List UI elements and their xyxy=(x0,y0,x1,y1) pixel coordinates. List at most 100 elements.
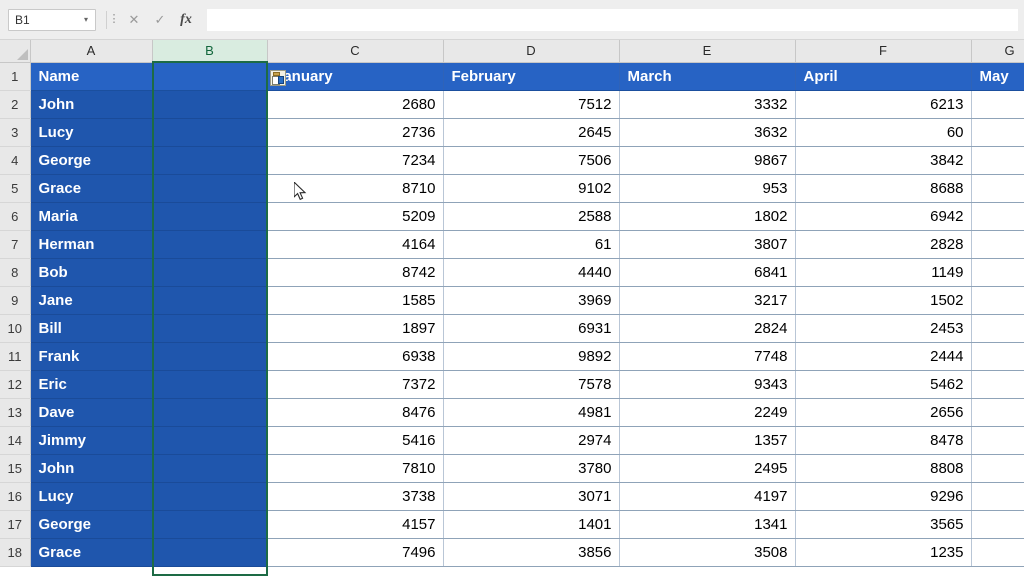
cell-g13[interactable] xyxy=(971,398,1024,427)
column-header-f[interactable]: F xyxy=(795,40,972,63)
cell-e2[interactable]: 3332 xyxy=(619,90,796,119)
cell-g6[interactable] xyxy=(971,202,1024,231)
cell-c5[interactable]: 8710 xyxy=(267,174,444,203)
cell-a5[interactable]: Grace xyxy=(30,174,153,203)
cell-e15[interactable]: 2495 xyxy=(619,454,796,483)
cell-a10[interactable]: Bill xyxy=(30,314,153,343)
cell-e5[interactable]: 953 xyxy=(619,174,796,203)
cell-f4[interactable]: 3842 xyxy=(795,146,972,175)
cell-b9[interactable] xyxy=(152,286,267,315)
cell-d8[interactable]: 4440 xyxy=(443,258,620,287)
cell-g9[interactable] xyxy=(971,286,1024,315)
cell-d2[interactable]: 7512 xyxy=(443,90,620,119)
cell-g5[interactable] xyxy=(971,174,1024,203)
row-header-9[interactable]: 9 xyxy=(0,286,31,315)
chevron-down-icon[interactable]: ▾ xyxy=(79,15,95,24)
row-header-1[interactable]: 1 xyxy=(0,62,31,91)
cell-e16[interactable]: 4197 xyxy=(619,482,796,511)
cell-e10[interactable]: 2824 xyxy=(619,314,796,343)
cell-c14[interactable]: 5416 xyxy=(267,426,444,455)
cell-e17[interactable]: 1341 xyxy=(619,510,796,539)
cell-c10[interactable]: 1897 xyxy=(267,314,444,343)
confirm-formula-icon[interactable]: ✓ xyxy=(147,9,173,31)
row-header-15[interactable]: 15 xyxy=(0,454,31,483)
cell-d1[interactable]: February xyxy=(443,62,620,91)
cell-b7[interactable] xyxy=(152,230,267,259)
cell-e4[interactable]: 9867 xyxy=(619,146,796,175)
column-header-b[interactable]: B xyxy=(152,40,268,63)
row-header-7[interactable]: 7 xyxy=(0,230,31,259)
column-header-c[interactable]: C xyxy=(267,40,444,63)
cell-e8[interactable]: 6841 xyxy=(619,258,796,287)
row-header-10[interactable]: 10 xyxy=(0,314,31,343)
cell-b1[interactable] xyxy=(152,62,267,91)
cell-d14[interactable]: 2974 xyxy=(443,426,620,455)
cell-g2[interactable] xyxy=(971,90,1024,119)
cell-a6[interactable]: Maria xyxy=(30,202,153,231)
cell-a7[interactable]: Herman xyxy=(30,230,153,259)
cell-f1[interactable]: April xyxy=(795,62,972,91)
cell-f15[interactable]: 8808 xyxy=(795,454,972,483)
cell-g15[interactable] xyxy=(971,454,1024,483)
cell-f7[interactable]: 2828 xyxy=(795,230,972,259)
cell-e6[interactable]: 1802 xyxy=(619,202,796,231)
cell-c13[interactable]: 8476 xyxy=(267,398,444,427)
cell-f2[interactable]: 6213 xyxy=(795,90,972,119)
cell-a9[interactable]: Jane xyxy=(30,286,153,315)
cell-d3[interactable]: 2645 xyxy=(443,118,620,147)
cell-c6[interactable]: 5209 xyxy=(267,202,444,231)
cell-f6[interactable]: 6942 xyxy=(795,202,972,231)
more-options-icon[interactable]: ⋮ xyxy=(107,14,121,25)
cell-d18[interactable]: 3856 xyxy=(443,538,620,567)
cell-d9[interactable]: 3969 xyxy=(443,286,620,315)
cell-a3[interactable]: Lucy xyxy=(30,118,153,147)
cell-g16[interactable] xyxy=(971,482,1024,511)
select-all-corner[interactable] xyxy=(0,40,31,63)
cell-b12[interactable] xyxy=(152,370,267,399)
cell-b16[interactable] xyxy=(152,482,267,511)
cell-b8[interactable] xyxy=(152,258,267,287)
row-header-12[interactable]: 12 xyxy=(0,370,31,399)
cell-e14[interactable]: 1357 xyxy=(619,426,796,455)
cell-a17[interactable]: George xyxy=(30,510,153,539)
cell-c18[interactable]: 7496 xyxy=(267,538,444,567)
cell-a13[interactable]: Dave xyxy=(30,398,153,427)
cell-b10[interactable] xyxy=(152,314,267,343)
cell-b11[interactable] xyxy=(152,342,267,371)
cell-b18[interactable] xyxy=(152,538,267,567)
row-header-18[interactable]: 18 xyxy=(0,538,31,567)
cell-e1[interactable]: March xyxy=(619,62,796,91)
cell-d16[interactable]: 3071 xyxy=(443,482,620,511)
cell-c11[interactable]: 6938 xyxy=(267,342,444,371)
cell-a8[interactable]: Bob xyxy=(30,258,153,287)
cell-c3[interactable]: 2736 xyxy=(267,118,444,147)
cell-a14[interactable]: Jimmy xyxy=(30,426,153,455)
cell-e11[interactable]: 7748 xyxy=(619,342,796,371)
cell-g4[interactable] xyxy=(971,146,1024,175)
cell-b15[interactable] xyxy=(152,454,267,483)
cell-e12[interactable]: 9343 xyxy=(619,370,796,399)
cell-e3[interactable]: 3632 xyxy=(619,118,796,147)
cell-g17[interactable] xyxy=(971,510,1024,539)
cell-a11[interactable]: Frank xyxy=(30,342,153,371)
cell-b13[interactable] xyxy=(152,398,267,427)
cell-b3[interactable] xyxy=(152,118,267,147)
cell-d6[interactable]: 2588 xyxy=(443,202,620,231)
row-header-2[interactable]: 2 xyxy=(0,90,31,119)
row-header-5[interactable]: 5 xyxy=(0,174,31,203)
cell-c4[interactable]: 7234 xyxy=(267,146,444,175)
paste-icon[interactable] xyxy=(270,70,286,86)
insert-function-icon[interactable]: fx xyxy=(173,9,199,31)
formula-input[interactable] xyxy=(207,8,1018,31)
column-header-a[interactable]: A xyxy=(30,40,153,63)
cell-f8[interactable]: 1149 xyxy=(795,258,972,287)
cell-b17[interactable] xyxy=(152,510,267,539)
cell-d4[interactable]: 7506 xyxy=(443,146,620,175)
row-header-16[interactable]: 16 xyxy=(0,482,31,511)
cell-f12[interactable]: 5462 xyxy=(795,370,972,399)
cell-c9[interactable]: 1585 xyxy=(267,286,444,315)
cell-f5[interactable]: 8688 xyxy=(795,174,972,203)
cell-d11[interactable]: 9892 xyxy=(443,342,620,371)
cell-f16[interactable]: 9296 xyxy=(795,482,972,511)
cell-g1[interactable]: May xyxy=(971,62,1024,91)
